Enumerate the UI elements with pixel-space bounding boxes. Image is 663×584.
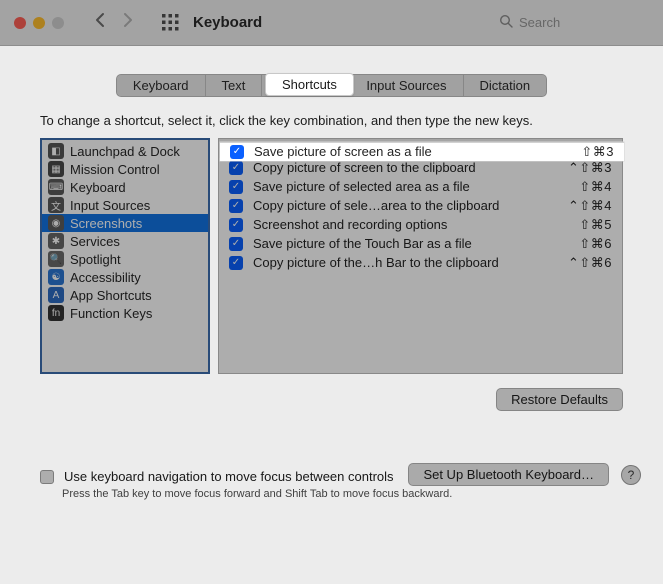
- shortcut-keys[interactable]: ⇧⌘6: [562, 236, 612, 252]
- screenshots-icon: ◉: [48, 215, 64, 231]
- shortcut-keys[interactable]: ⌃⇧⌘3: [562, 160, 612, 176]
- function-keys-icon: fn: [48, 305, 64, 321]
- shortcut-checkbox[interactable]: ✓: [229, 256, 243, 270]
- launchpad-icon: ◧: [48, 143, 64, 159]
- shortcut-row[interactable]: ✓ Screenshot and recording options ⇧⌘5: [219, 215, 622, 234]
- back-button[interactable]: [94, 12, 105, 33]
- shortcut-row[interactable]: ✓ Save picture of selected area as a fil…: [219, 177, 622, 196]
- tab-input-sources[interactable]: Input Sources: [350, 75, 463, 96]
- shortcut-list[interactable]: ✓ Save picture of screen as a file ⇧⌘3 ✓…: [218, 138, 623, 374]
- shortcut-keys[interactable]: ⌃⇧⌘4: [562, 198, 612, 214]
- tab-shortcuts-highlight[interactable]: Shortcuts: [265, 73, 354, 96]
- services-icon: ✱: [48, 233, 64, 249]
- category-launchpad-dock[interactable]: ◧ Launchpad & Dock: [42, 142, 208, 160]
- shortcut-checkbox[interactable]: ✓: [230, 145, 244, 159]
- search-placeholder: Search: [519, 15, 560, 30]
- shortcut-row[interactable]: ✓ Copy picture of screen to the clipboar…: [219, 158, 622, 177]
- restore-defaults-button[interactable]: Restore Defaults: [496, 388, 623, 411]
- spotlight-icon: 🔍: [48, 251, 64, 267]
- accessibility-icon: ☯: [48, 269, 64, 285]
- keyboard-icon: ⌨: [48, 179, 64, 195]
- all-prefs-grid-icon[interactable]: [162, 14, 179, 31]
- search-field[interactable]: Search: [499, 14, 649, 31]
- category-accessibility[interactable]: ☯ Accessibility: [42, 268, 208, 286]
- minimize-window-button[interactable]: [33, 17, 45, 29]
- keyboard-nav-hint: Press the Tab key to move focus forward …: [0, 484, 663, 500]
- shortcut-label: Copy picture of the…h Bar to the clipboa…: [253, 255, 552, 270]
- nav-arrows: [94, 12, 134, 33]
- category-mission-control[interactable]: ▦ Mission Control: [42, 160, 208, 178]
- shortcut-keys[interactable]: ⇧⌘3: [564, 144, 614, 160]
- bluetooth-keyboard-button[interactable]: Set Up Bluetooth Keyboard…: [408, 463, 609, 486]
- category-spotlight[interactable]: 🔍 Spotlight: [42, 250, 208, 268]
- shortcut-label: Save picture of the Touch Bar as a file: [253, 236, 552, 251]
- shortcut-label: Save picture of screen as a file: [254, 144, 554, 159]
- shortcut-row[interactable]: ✓ Copy picture of the…h Bar to the clipb…: [219, 253, 622, 272]
- tab-keyboard[interactable]: Keyboard: [117, 75, 206, 96]
- help-button[interactable]: ?: [621, 465, 641, 485]
- shortcut-keys[interactable]: ⇧⌘5: [562, 217, 612, 233]
- shortcut-checkbox[interactable]: ✓: [229, 161, 243, 175]
- toolbar: Keyboard Search: [0, 0, 663, 46]
- category-list[interactable]: ◧ Launchpad & Dock ▦ Mission Control ⌨ K…: [40, 138, 210, 374]
- mission-control-icon: ▦: [48, 161, 64, 177]
- category-screenshots[interactable]: ◉ Screenshots: [42, 214, 208, 232]
- shortcut-checkbox[interactable]: ✓: [229, 180, 243, 194]
- tab-text[interactable]: Text: [206, 75, 263, 96]
- search-icon: [499, 14, 513, 31]
- shortcut-checkbox[interactable]: ✓: [229, 237, 243, 251]
- category-app-shortcuts[interactable]: A App Shortcuts: [42, 286, 208, 304]
- input-sources-icon: 文: [48, 197, 64, 213]
- window-title: Keyboard: [193, 14, 262, 31]
- instruction-text: To change a shortcut, select it, click t…: [0, 107, 663, 138]
- shortcut-row-highlight[interactable]: ✓ Save picture of screen as a file ⇧⌘3: [220, 142, 624, 161]
- shortcut-keys[interactable]: ⌃⇧⌘6: [562, 255, 612, 271]
- keyboard-nav-label: Use keyboard navigation to move focus be…: [64, 469, 394, 484]
- shortcut-checkbox[interactable]: ✓: [229, 199, 243, 213]
- fullscreen-window-button[interactable]: [52, 17, 64, 29]
- close-window-button[interactable]: [14, 17, 26, 29]
- shortcut-row[interactable]: ✓ Save picture of the Touch Bar as a fil…: [219, 234, 622, 253]
- keyboard-nav-checkbox[interactable]: [40, 470, 54, 484]
- traffic-lights: [14, 17, 64, 29]
- shortcut-row[interactable]: ✓ Copy picture of sele…area to the clipb…: [219, 196, 622, 215]
- category-input-sources[interactable]: 文 Input Sources: [42, 196, 208, 214]
- shortcut-checkbox[interactable]: ✓: [229, 218, 243, 232]
- category-keyboard[interactable]: ⌨ Keyboard: [42, 178, 208, 196]
- category-function-keys[interactable]: fn Function Keys: [42, 304, 208, 322]
- shortcut-label: Screenshot and recording options: [253, 217, 552, 232]
- category-services[interactable]: ✱ Services: [42, 232, 208, 250]
- shortcut-label: Save picture of selected area as a file: [253, 179, 552, 194]
- forward-button[interactable]: [123, 12, 134, 33]
- shortcut-label: Copy picture of sele…area to the clipboa…: [253, 198, 552, 213]
- app-shortcuts-icon: A: [48, 287, 64, 303]
- tab-dictation[interactable]: Dictation: [464, 75, 547, 96]
- shortcuts-panel: ◧ Launchpad & Dock ▦ Mission Control ⌨ K…: [0, 138, 663, 374]
- shortcut-label: Copy picture of screen to the clipboard: [253, 160, 552, 175]
- shortcut-keys[interactable]: ⇧⌘4: [562, 179, 612, 195]
